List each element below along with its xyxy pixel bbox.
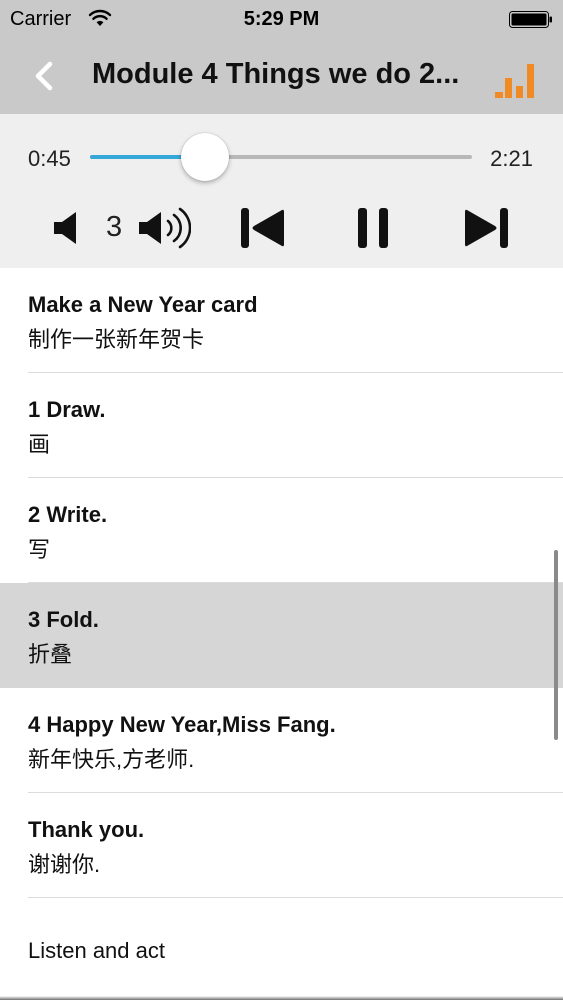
item-english: 3 Fold.	[28, 607, 99, 632]
skip-next-icon[interactable]	[461, 206, 511, 250]
item-chinese: 写	[28, 537, 51, 562]
list-item[interactable]: 4 Happy New Year,Miss Fang. 新年快乐,方老师.	[0, 688, 563, 793]
speaker-low-icon[interactable]	[52, 208, 82, 248]
progress-thumb[interactable]	[180, 133, 229, 181]
list-item-selected[interactable]: 3 Fold. 折叠	[0, 583, 563, 688]
pause-icon[interactable]	[355, 206, 391, 250]
list-item[interactable]: Listen and act	[0, 898, 563, 1000]
item-chinese: 制作一张新年贺卡	[28, 327, 205, 352]
item-english: 1 Draw.	[28, 397, 106, 422]
item-english: 4 Happy New Year,Miss Fang.	[28, 712, 336, 737]
list-item[interactable]: Thank you. 谢谢你.	[0, 793, 563, 898]
item-chinese: 画	[28, 432, 51, 457]
audio-player: 0:45 2:21 3	[0, 114, 563, 268]
back-button[interactable]	[22, 56, 66, 96]
volume-value: 3	[106, 211, 123, 243]
item-english: 2 Write.	[28, 502, 108, 527]
bottom-edge	[0, 996, 563, 1000]
list-item[interactable]: 2 Write. 写	[0, 478, 563, 583]
item-chinese: 谢谢你.	[28, 852, 101, 877]
current-time: 0:45	[28, 146, 71, 171]
battery-icon	[509, 11, 552, 28]
item-english: Make a New Year card	[28, 292, 258, 317]
sentence-list: Make a New Year card 制作一张新年贺卡 1 Draw. 画 …	[0, 268, 563, 1000]
item-chinese: 折叠	[28, 642, 73, 667]
speaker-high-icon[interactable]	[137, 206, 191, 250]
total-time: 2:21	[490, 146, 533, 171]
skip-previous-icon[interactable]	[238, 206, 288, 250]
equalizer-icon[interactable]	[495, 56, 541, 98]
status-time: 5:29 PM	[243, 8, 320, 30]
chevron-left-icon	[35, 61, 53, 91]
nav-bar: Module 4 Things we do 2...	[0, 38, 563, 114]
scroll-indicator[interactable]	[554, 550, 558, 740]
app-screen: Carrier 5:29 PM Module 4 Things we do 2.…	[0, 0, 563, 1000]
status-bar: Carrier 5:29 PM	[0, 0, 563, 38]
progress-slider[interactable]	[90, 133, 472, 181]
page-title: Module 4 Things we do 2...	[92, 58, 460, 90]
item-english: Listen and act	[28, 938, 165, 963]
list-item[interactable]: 1 Draw. 画	[0, 373, 563, 478]
item-english: Thank you.	[28, 817, 145, 842]
list-item[interactable]: Make a New Year card 制作一张新年贺卡	[0, 268, 563, 373]
item-chinese: 新年快乐,方老师.	[28, 747, 195, 772]
